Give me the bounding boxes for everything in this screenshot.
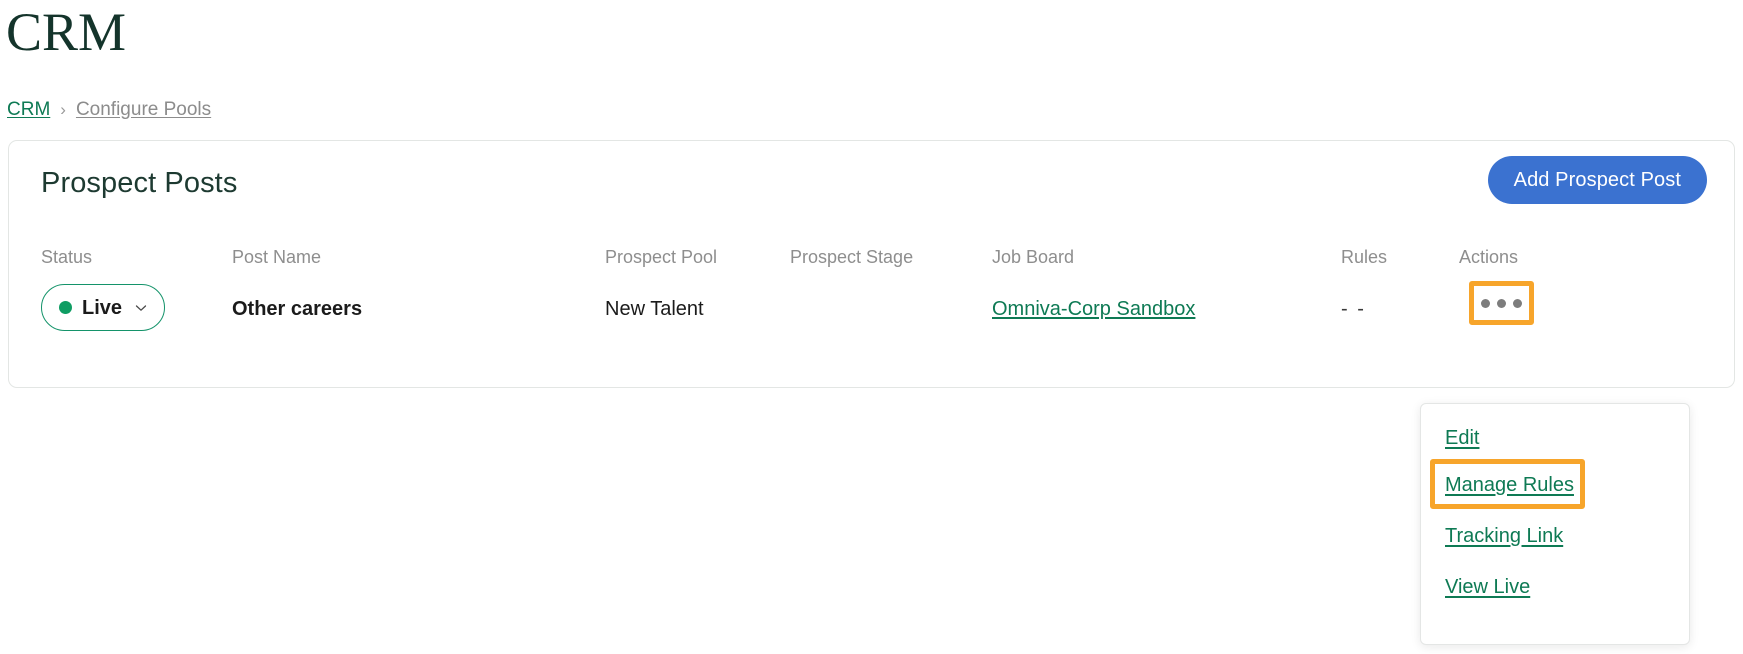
kebab-menu-icon — [1513, 298, 1522, 308]
cell-post-name: Other careers — [232, 298, 363, 320]
menu-item-manage-rules[interactable]: Manage Rules — [1445, 472, 1574, 498]
cell-rules: - - — [1341, 298, 1366, 320]
column-header-job-board: Job Board — [992, 247, 1075, 267]
kebab-menu-icon — [1481, 298, 1490, 308]
menu-item-edit[interactable]: Edit — [1445, 425, 1479, 451]
kebab-menu-icon — [1497, 298, 1506, 308]
cell-prospect-pool: New Talent — [605, 298, 704, 320]
breadcrumb-link-crm[interactable]: CRM — [7, 98, 50, 122]
add-prospect-post-button[interactable]: Add Prospect Post — [1487, 156, 1707, 204]
table-row: Live Other careers New Talent Omniva-Cor… — [9, 279, 1734, 351]
page-title: CRM — [6, 2, 127, 62]
column-header-prospect-stage: Prospect Stage — [790, 247, 914, 267]
prospect-posts-card: Prospect Posts Add Prospect Post Status … — [8, 140, 1735, 388]
card-title: Prospect Posts — [41, 167, 238, 199]
status-label: Live — [82, 296, 123, 319]
menu-item-tracking-link[interactable]: Tracking Link — [1445, 523, 1563, 549]
chevron-down-icon — [134, 301, 148, 315]
row-actions-dropdown-menu: Edit Manage Rules Tracking Link View Liv… — [1420, 403, 1690, 645]
column-header-post-name: Post Name — [232, 247, 322, 267]
breadcrumb: CRM › Configure Pools — [7, 98, 211, 122]
cell-job-board-link[interactable]: Omniva-Corp Sandbox — [992, 297, 1195, 321]
table-header-row: Status Post Name Prospect Pool Prospect … — [9, 245, 1734, 279]
prospect-posts-table: Status Post Name Prospect Pool Prospect … — [9, 245, 1734, 351]
status-badge-live[interactable]: Live — [41, 284, 166, 331]
column-header-prospect-pool: Prospect Pool — [605, 247, 718, 267]
row-actions-kebab-button[interactable] — [1469, 281, 1534, 325]
column-header-rules: Rules — [1341, 247, 1388, 267]
column-header-status: Status — [41, 247, 93, 267]
breadcrumb-current-configure-pools[interactable]: Configure Pools — [76, 98, 211, 122]
breadcrumb-separator-icon: › — [60, 100, 66, 119]
crm-page: CRM CRM › Configure Pools Prospect Posts… — [0, 0, 1743, 654]
menu-item-view-live[interactable]: View Live — [1445, 574, 1530, 600]
column-header-actions: Actions — [1459, 247, 1519, 267]
status-dot-icon — [59, 301, 72, 314]
